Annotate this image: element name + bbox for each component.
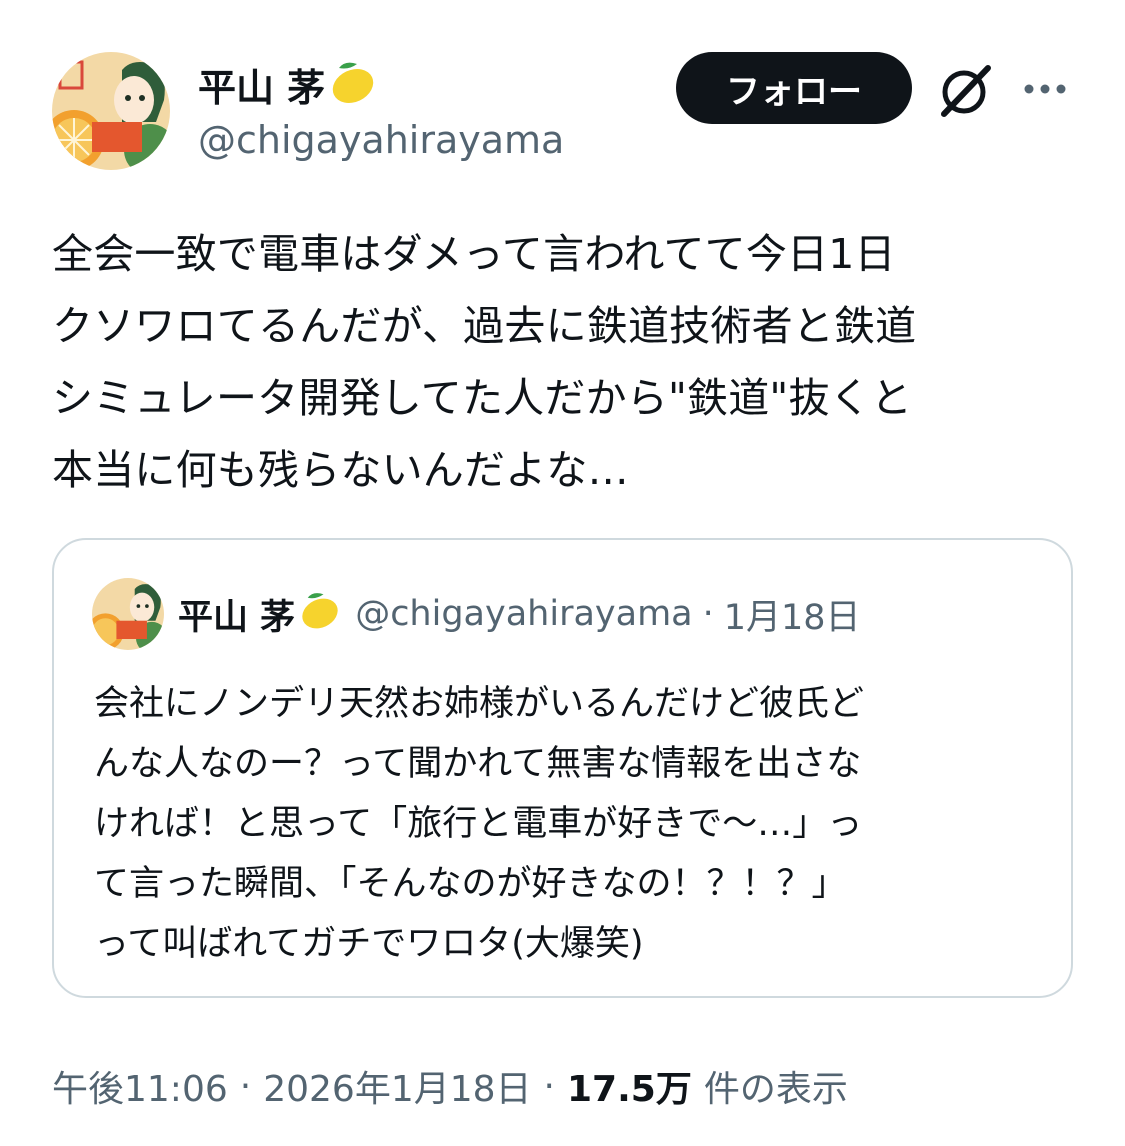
grok-icon[interactable] [936, 62, 994, 120]
lemon-emoji-icon [297, 589, 343, 640]
quoted-tweet-card[interactable]: 平山 茅 @chigayahirayama · 1月18日 会社にノンデリ天然お… [52, 538, 1073, 998]
author-handle[interactable]: @chigayahirayama [198, 116, 564, 164]
quoted-date: 1月18日 [723, 597, 861, 638]
more-icon[interactable] [1020, 74, 1070, 104]
tweet-text: 全会一致で電車はダメって言われてて今日1日 クソワロてるんだが、過去に鉄道技術者… [52, 230, 917, 494]
meta-separator: · [543, 1065, 555, 1107]
tweet-detail: 平山 茅 @chigayahirayama フォロー 全会一致で電車はダメって言… [0, 0, 1125, 1146]
quoted-author-handle: @chigayahirayama [355, 594, 693, 634]
follow-button[interactable]: フォロー [676, 52, 912, 124]
tweet-time[interactable]: 午後11:06 [52, 1060, 228, 1112]
author-name[interactable]: 平山 茅 [198, 58, 379, 117]
quoted-tweet-text: 会社にノンデリ天然お姉様がいるんだけど彼氏ど んな人なのー？って聞かれて無害な情… [94, 684, 865, 964]
views-count[interactable]: 17.5万 [567, 1060, 692, 1112]
quoted-author-avatar [92, 578, 164, 650]
author-avatar[interactable] [52, 52, 170, 170]
meta-separator: · [239, 1065, 252, 1107]
quoted-author-name-text: 平山 茅 [178, 597, 296, 638]
author-name-text: 平山 茅 [198, 65, 326, 110]
quoted-tweet-header: 平山 茅 @chigayahirayama · 1月18日 [178, 588, 861, 640]
views-label: 件の表示 [703, 1069, 848, 1110]
quoted-author-name: 平山 茅 [178, 589, 343, 640]
quoted-separator: · [702, 594, 714, 634]
tweet-meta: 午後11:06 · 2026年1月18日 · 17.5万 件の表示 [52, 1060, 848, 1112]
tweet-date[interactable]: 2026年1月18日 [263, 1060, 531, 1112]
lemon-emoji-icon [327, 58, 379, 117]
